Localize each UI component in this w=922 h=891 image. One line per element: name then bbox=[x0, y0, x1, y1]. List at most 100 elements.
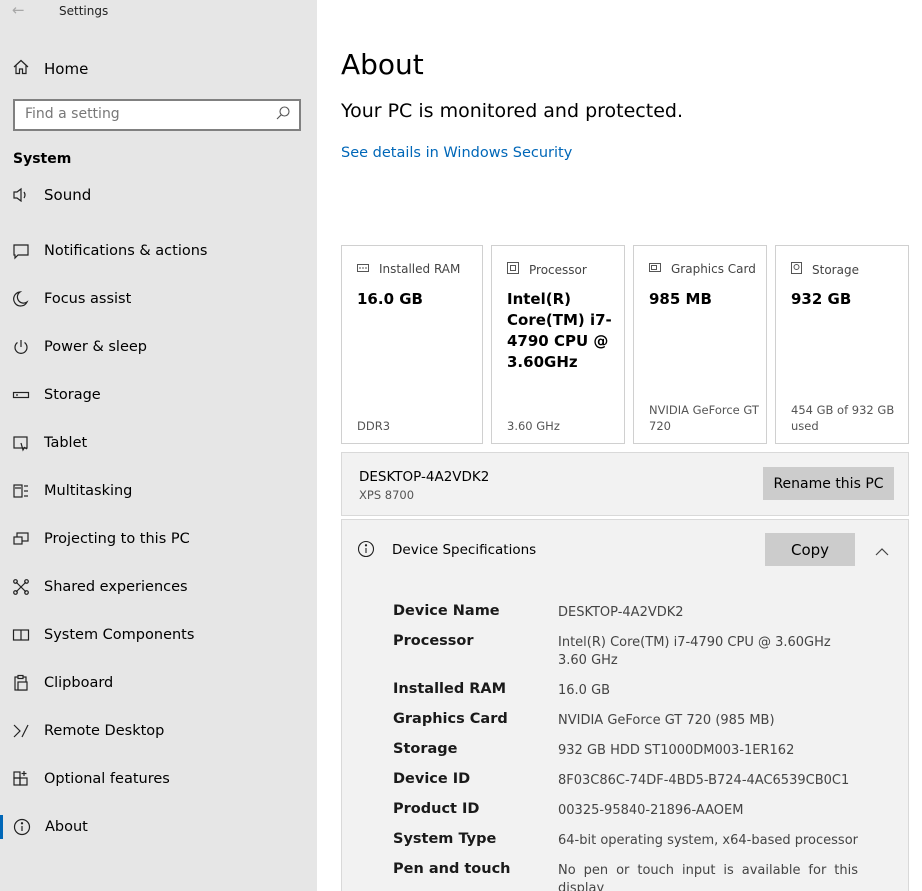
multitasking-icon bbox=[12, 482, 44, 500]
sidebar-item-optional-features[interactable]: Optional features bbox=[0, 755, 317, 803]
back-arrow-icon[interactable]: ← bbox=[12, 1, 25, 19]
sidebar-item-label: System Components bbox=[44, 627, 195, 643]
main-content: About Your PC is monitored and protected… bbox=[317, 0, 922, 891]
pc-name: DESKTOP-4A2VDK2 bbox=[359, 469, 490, 485]
spec-key: System Type bbox=[393, 831, 497, 847]
search-icon[interactable] bbox=[275, 105, 291, 125]
projecting-icon bbox=[12, 530, 44, 548]
sidebar-nav: Notifications & actions Focus assist Pow… bbox=[0, 227, 317, 851]
sidebar-item-storage[interactable]: Storage bbox=[0, 371, 317, 419]
sidebar-item-system-components[interactable]: System Components bbox=[0, 611, 317, 659]
home-icon bbox=[12, 58, 44, 81]
moon-icon bbox=[12, 290, 44, 308]
chevron-up-icon[interactable] bbox=[875, 541, 889, 560]
card-label: Storage bbox=[812, 262, 859, 277]
spec-value: 64-bit operating system, x64-based proce… bbox=[558, 833, 858, 848]
remote-desktop-icon bbox=[12, 722, 44, 740]
sidebar-item-label: Optional features bbox=[44, 771, 170, 787]
spec-value: 16.0 GB bbox=[558, 683, 611, 698]
tablet-icon bbox=[12, 434, 44, 452]
spec-key: Device Name bbox=[393, 603, 500, 619]
spec-key: Installed RAM bbox=[393, 681, 507, 697]
spec-value: NVIDIA GeForce GT 720 (985 MB) bbox=[558, 713, 775, 728]
card-sub: 3.60 GHz bbox=[507, 419, 560, 433]
card-value: 16.0 GB bbox=[357, 290, 423, 308]
spec-key: Device ID bbox=[393, 771, 471, 787]
card-sub: 454 GB of 932 GB used bbox=[791, 403, 895, 433]
card-label: Installed RAM bbox=[379, 262, 461, 276]
pc-model: XPS 8700 bbox=[359, 488, 415, 502]
window-title: Settings bbox=[59, 4, 109, 18]
sidebar-item-label: Notifications & actions bbox=[44, 243, 208, 259]
sidebar-item-label: Remote Desktop bbox=[44, 723, 165, 739]
page-title: About bbox=[341, 48, 424, 81]
spec-key: Product ID bbox=[393, 801, 480, 817]
spec-value: 8F03C86C-74DF-4BD5-B724-4AC6539CB0C1 bbox=[558, 773, 850, 788]
card-value: 932 GB bbox=[791, 290, 852, 308]
shared-icon bbox=[12, 578, 44, 596]
group-heading-system: System bbox=[13, 151, 72, 167]
sidebar-item-clipboard[interactable]: Clipboard bbox=[0, 659, 317, 707]
spec-value: DESKTOP-4A2VDK2 bbox=[558, 605, 684, 620]
spec-key: Processor bbox=[393, 633, 474, 649]
notifications-icon bbox=[12, 242, 44, 260]
title-bar: ← Settings bbox=[0, 0, 317, 26]
sidebar-item-label: Shared experiences bbox=[44, 579, 188, 595]
sidebar-item-label: Clipboard bbox=[44, 675, 114, 691]
graphics-card-icon bbox=[649, 262, 671, 276]
sidebar-item-multitasking[interactable]: Multitasking bbox=[0, 467, 317, 515]
speaker-icon bbox=[12, 186, 44, 202]
sidebar-item-projecting[interactable]: Projecting to this PC bbox=[0, 515, 317, 563]
sidebar-item-label: Focus assist bbox=[44, 291, 132, 307]
info-icon bbox=[13, 818, 45, 836]
card-graphics: Graphics Card 985 MB NVIDIA GeForce GT 7… bbox=[633, 245, 767, 444]
sidebar-item-label: Power & sleep bbox=[44, 339, 147, 355]
card-processor: Processor Intel(R) Core(TM) i7-4790 CPU … bbox=[491, 245, 625, 444]
sidebar-item-focus-assist[interactable]: Focus assist bbox=[0, 275, 317, 323]
sidebar-item-home[interactable]: Home bbox=[12, 57, 88, 81]
processor-icon bbox=[507, 262, 529, 277]
home-label: Home bbox=[44, 60, 89, 78]
sidebar-item-remote-desktop[interactable]: Remote Desktop bbox=[0, 707, 317, 755]
info-icon bbox=[357, 540, 375, 562]
storage-icon bbox=[12, 386, 44, 404]
power-icon bbox=[12, 338, 44, 356]
card-value: 985 MB bbox=[649, 290, 712, 308]
search-input[interactable]: Find a setting bbox=[13, 99, 301, 131]
card-storage: Storage 932 GB 454 GB of 932 GB used bbox=[775, 245, 909, 444]
sidebar-item-tablet[interactable]: Tablet bbox=[0, 419, 317, 467]
card-installed-ram: Installed RAM 16.0 GB DDR3 bbox=[341, 245, 483, 444]
device-specifications-panel: Device Specifications Copy Device Name D… bbox=[341, 519, 909, 891]
spec-value: Intel(R) Core(TM) i7-4790 CPU @ 3.60GHz … bbox=[558, 635, 844, 668]
sidebar-item-sound[interactable]: Sound bbox=[12, 178, 302, 202]
sidebar: ← Settings Home Find a setting System So… bbox=[0, 0, 317, 891]
windows-security-link[interactable]: See details in Windows Security bbox=[341, 145, 572, 161]
components-icon bbox=[12, 626, 44, 644]
sidebar-item-shared-experiences[interactable]: Shared experiences bbox=[0, 563, 317, 611]
ram-icon bbox=[357, 262, 379, 276]
pc-name-panel: DESKTOP-4A2VDK2 XPS 8700 Rename this PC bbox=[341, 452, 909, 516]
sidebar-item-notifications[interactable]: Notifications & actions bbox=[0, 227, 317, 275]
spec-key: Storage bbox=[393, 741, 458, 757]
sidebar-item-power-sleep[interactable]: Power & sleep bbox=[0, 323, 317, 371]
card-label: Processor bbox=[529, 262, 587, 277]
sidebar-item-label: Tablet bbox=[44, 435, 88, 451]
sidebar-item-label: Sound bbox=[44, 186, 92, 202]
storage-disk-icon bbox=[791, 262, 812, 277]
sidebar-item-label: About bbox=[45, 819, 88, 835]
optional-features-icon bbox=[12, 770, 44, 788]
sidebar-item-label: Storage bbox=[44, 387, 101, 403]
copy-button[interactable]: Copy bbox=[765, 533, 855, 566]
card-label: Graphics Card bbox=[671, 262, 756, 276]
sidebar-item-about[interactable]: About bbox=[0, 803, 317, 851]
card-value: Intel(R) Core(TM) i7-4790 CPU @ 3.60GHz bbox=[507, 290, 612, 371]
spec-value: 00325-95840-21896-AAOEM bbox=[558, 803, 744, 818]
sidebar-item-label: Multitasking bbox=[44, 483, 133, 499]
specs-title: Device Specifications bbox=[392, 542, 537, 558]
rename-pc-button[interactable]: Rename this PC bbox=[763, 467, 894, 500]
spec-value: 932 GB HDD ST1000DM003-1ER162 bbox=[558, 743, 795, 758]
spec-value: No pen or touch input is available for t… bbox=[558, 863, 858, 891]
spec-key: Graphics Card bbox=[393, 711, 508, 727]
card-sub: NVIDIA GeForce GT 720 bbox=[649, 403, 759, 433]
search-placeholder: Find a setting bbox=[25, 106, 120, 122]
